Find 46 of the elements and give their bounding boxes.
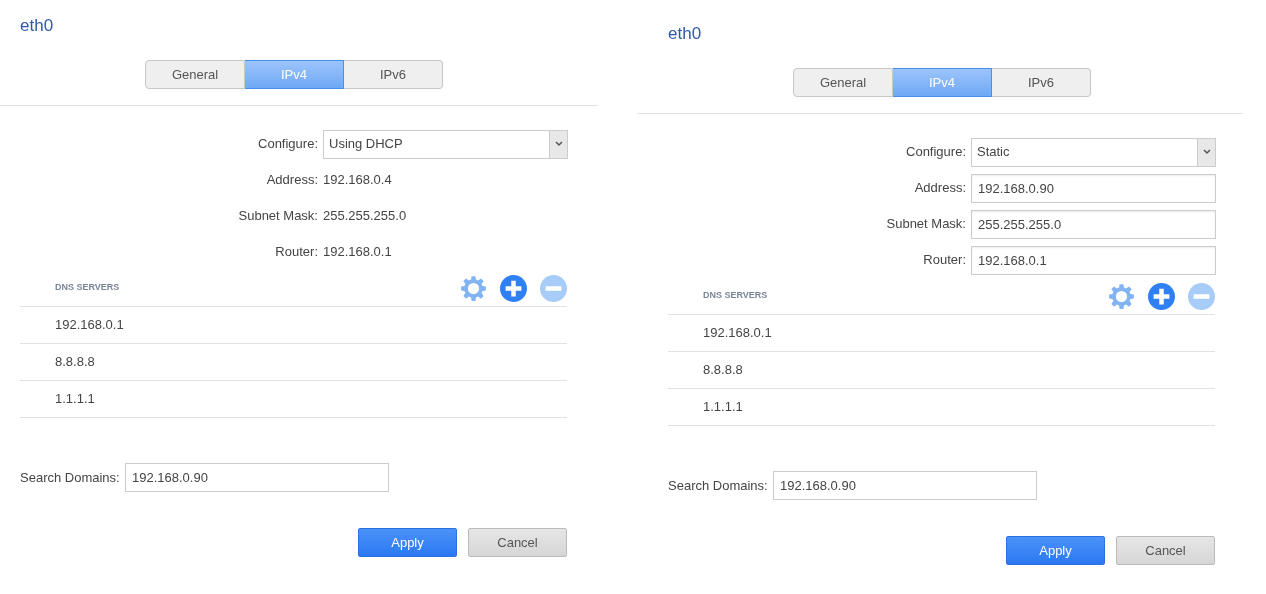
- field-label: Configure:: [258, 135, 318, 154]
- field-value: 192.168.0.4: [323, 171, 392, 190]
- field-label: Subnet Mask:: [238, 207, 318, 226]
- search-domains-field[interactable]: 192.168.0.90: [125, 463, 389, 492]
- tab[interactable]: IPv6: [344, 60, 443, 89]
- add-icon[interactable]: [500, 274, 527, 302]
- field-label: Router:: [275, 243, 318, 262]
- dns-server[interactable]: 192.168.0.1: [703, 323, 772, 343]
- tab[interactable]: IPv6: [992, 68, 1091, 97]
- dns-server[interactable]: 1.1.1.1: [55, 389, 95, 409]
- dns-server[interactable]: 8.8.8.8: [55, 352, 95, 372]
- dns-server[interactable]: 1.1.1.1: [703, 397, 743, 417]
- field-value: 192.168.0.1: [323, 243, 392, 262]
- field-label: Address:: [266, 171, 318, 190]
- configure-dropdown[interactable]: Using DHCP: [323, 129, 568, 159]
- field-label: Router:: [923, 251, 966, 270]
- field-label: Search Domains:: [668, 476, 769, 495]
- text-field[interactable]: 192.168.0.90: [971, 173, 1216, 203]
- remove-icon[interactable]: [1188, 282, 1215, 310]
- settings-icon[interactable]: [1108, 282, 1135, 310]
- apply-button[interactable]: Apply: [1006, 536, 1105, 565]
- search-domains-field[interactable]: 192.168.0.90: [773, 471, 1037, 500]
- field-label: Search Domains:: [20, 468, 121, 487]
- remove-icon[interactable]: [540, 274, 567, 302]
- dns-heading: DNS SERVERS: [703, 289, 768, 303]
- add-icon[interactable]: [1148, 282, 1175, 310]
- field-label: Subnet Mask:: [886, 215, 966, 234]
- settings-icon[interactable]: [460, 274, 487, 302]
- dns-server[interactable]: 8.8.8.8: [703, 360, 743, 380]
- panel-title: eth0: [19, 15, 54, 37]
- text-field[interactable]: 192.168.0.1: [971, 245, 1216, 275]
- tab[interactable]: General: [145, 60, 245, 89]
- field-label: Address:: [914, 179, 966, 198]
- text-field[interactable]: 255.255.255.0: [971, 209, 1216, 239]
- tab[interactable]: General: [793, 68, 893, 97]
- configure-dropdown[interactable]: Static: [971, 137, 1216, 167]
- cancel-button[interactable]: Cancel: [1116, 536, 1215, 565]
- apply-button[interactable]: Apply: [358, 528, 457, 557]
- panel-title: eth0: [667, 23, 702, 45]
- caret-icon: [1202, 149, 1211, 155]
- field-value: 255.255.255.0: [323, 207, 407, 226]
- caret-icon: [554, 141, 563, 147]
- field-label: Configure:: [906, 143, 966, 162]
- cancel-button[interactable]: Cancel: [468, 528, 567, 557]
- dns-heading: DNS SERVERS: [55, 281, 120, 295]
- dns-server[interactable]: 192.168.0.1: [55, 315, 124, 335]
